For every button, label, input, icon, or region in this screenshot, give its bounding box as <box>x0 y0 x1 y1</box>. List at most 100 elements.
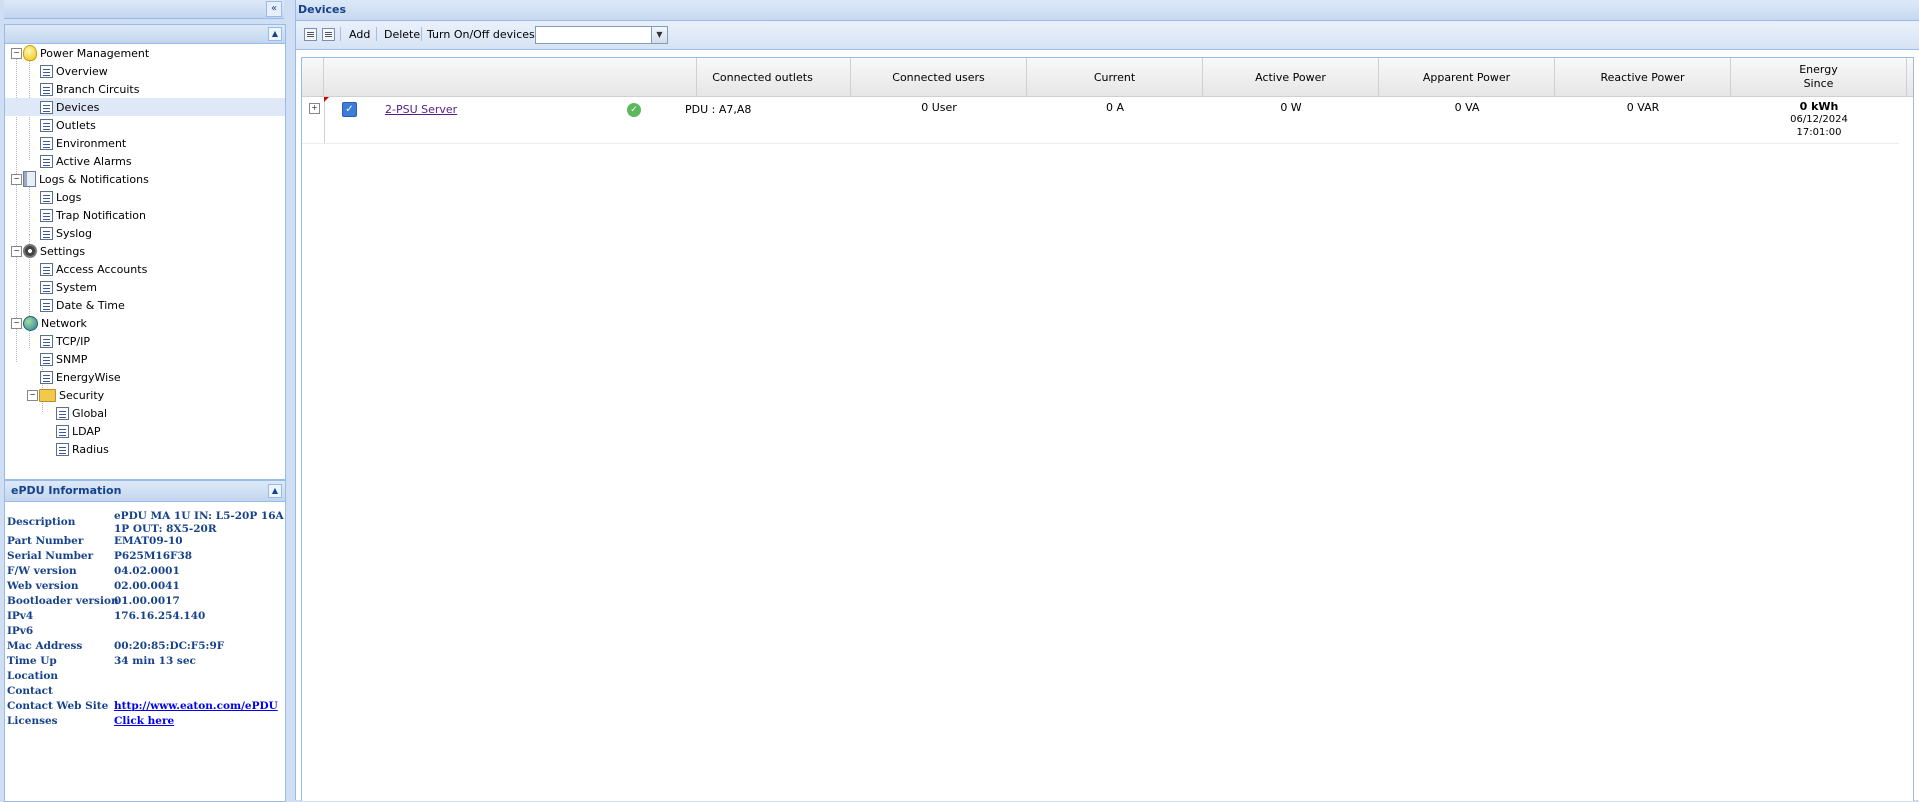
tree-item-power-management[interactable]: Power Management <box>23 44 149 62</box>
contact-web-site-link[interactable]: http://www.eaton.com/ePDU <box>114 700 278 712</box>
info-key: Licenses <box>7 715 58 727</box>
page-icon <box>40 82 53 96</box>
expand-all-icon[interactable] <box>304 28 317 41</box>
add-button[interactable]: Add <box>349 28 370 41</box>
active-power-value: 0 W <box>1280 101 1302 114</box>
page-icon <box>56 442 69 456</box>
tree-item-network[interactable]: Network <box>23 314 87 332</box>
tree-label: Branch Circuits <box>56 82 140 96</box>
info-key: F/W version <box>7 565 77 577</box>
page-title: Devices <box>298 3 347 16</box>
header-connected-outlets[interactable]: Connected outlets <box>675 58 851 96</box>
header-energy-since-label: Since <box>1803 77 1834 90</box>
tree-label: Radius <box>72 442 109 456</box>
tree-item-devices[interactable]: Devices <box>5 98 285 116</box>
header-energy[interactable]: Energy Since <box>1731 58 1907 96</box>
collapse-tree-icon[interactable]: ▲ <box>268 27 282 41</box>
tree-item-branch-circuits[interactable]: Branch Circuits <box>40 80 139 98</box>
west-collapse-bar: « <box>4 0 284 19</box>
tree-item-radius[interactable]: Radius <box>56 440 109 458</box>
info-value: P625M16F38 <box>114 550 193 562</box>
header-device <box>324 58 697 96</box>
delete-button[interactable]: Delete <box>384 28 420 41</box>
collapse-info-icon[interactable]: ▲ <box>268 484 282 498</box>
expand-security-toggle[interactable]: − <box>27 390 38 401</box>
navigation-tree-panel: ▲ − Power Management Overview Branch Cir… <box>4 24 286 480</box>
grid-header: Connected outlets Connected users Curren… <box>302 58 1913 97</box>
info-value: EMAT09-10 <box>114 535 183 547</box>
page-icon <box>40 226 53 240</box>
page-icon <box>56 424 69 438</box>
log-book-icon <box>23 171 36 187</box>
expand-network-toggle[interactable]: − <box>11 318 22 329</box>
info-key: IPv4 <box>7 610 34 622</box>
expand-settings-toggle[interactable]: − <box>11 246 22 257</box>
tree-item-logs-notifications[interactable]: Logs & Notifications <box>23 170 149 188</box>
folder-icon <box>39 388 56 402</box>
licenses-link[interactable]: Click here <box>114 715 174 727</box>
tree-item-energywise[interactable]: EnergyWise <box>40 368 121 386</box>
tree-item-system[interactable]: System <box>40 278 97 296</box>
header-connected-users[interactable]: Connected users <box>851 58 1027 96</box>
header-active-power[interactable]: Active Power <box>1203 58 1379 96</box>
collapse-left-icon[interactable]: « <box>266 1 282 17</box>
tree-label: Access Accounts <box>56 262 148 276</box>
collapse-all-icon[interactable] <box>322 28 335 41</box>
page-icon <box>40 190 53 204</box>
tree-item-tcp-ip[interactable]: TCP/IP <box>40 332 90 350</box>
page-icon <box>40 370 53 384</box>
tree-item-trap-notification[interactable]: Trap Notification <box>40 206 146 224</box>
turn-on-off-select[interactable]: ▼ <box>535 26 668 44</box>
panel-splitter[interactable] <box>286 0 295 800</box>
info-key: Mac Address <box>7 640 83 652</box>
header-apparent-power[interactable]: Apparent Power <box>1379 58 1555 96</box>
device-name-link[interactable]: 2-PSU Server <box>385 103 457 116</box>
modified-marker <box>324 97 329 102</box>
info-key: Time Up <box>7 655 57 667</box>
tree-label: TCP/IP <box>56 334 90 348</box>
status-ok-icon: ✓ <box>627 103 641 117</box>
row-checkbox[interactable]: ✓ <box>342 102 357 117</box>
expand-power-management-toggle[interactable]: − <box>11 48 22 59</box>
info-key: IPv6 <box>7 625 34 637</box>
info-value: 34 min 13 sec <box>114 655 196 667</box>
tree-item-active-alarms[interactable]: Active Alarms <box>40 152 132 170</box>
tree-panel-header: ▲ <box>5 25 285 44</box>
tree-item-settings[interactable]: Settings <box>23 242 85 260</box>
energy-since-time: 17:01:00 <box>1796 127 1842 138</box>
reactive-power-value: 0 VAR <box>1626 101 1660 114</box>
tree-item-snmp[interactable]: SNMP <box>40 350 87 368</box>
table-row[interactable]: + ✓ 2-PSU Server ✓ PDU : A7,A8 0 User 0 … <box>302 97 1899 144</box>
devices-grid: Connected outlets Connected users Curren… <box>301 57 1914 801</box>
page-icon <box>40 64 53 78</box>
chevron-down-icon[interactable]: ▼ <box>651 27 667 43</box>
info-key: Contact Web Site <box>7 700 109 712</box>
row-expand-toggle[interactable]: + <box>309 103 320 114</box>
tree-item-overview[interactable]: Overview <box>40 62 108 80</box>
tree-item-syslog[interactable]: Syslog <box>40 224 92 242</box>
tree-label: EnergyWise <box>56 370 121 384</box>
tree-item-environment[interactable]: Environment <box>40 134 126 152</box>
epdu-information-panel: ePDU Information ▲ Description ePDU MA 1… <box>4 480 286 802</box>
tree-item-access-accounts[interactable]: Access Accounts <box>40 260 147 278</box>
tree-label: Settings <box>40 244 86 258</box>
tree-item-date-time[interactable]: Date & Time <box>40 296 125 314</box>
gears-icon <box>23 244 37 258</box>
tree-item-security[interactable]: Security <box>39 386 104 404</box>
tree-item-logs[interactable]: Logs <box>40 188 81 206</box>
energy-value: 0 kWh <box>1799 100 1839 113</box>
info-value: 00:20:85:DC:F5:9F <box>114 640 225 652</box>
info-value: 04.02.0001 <box>114 565 180 577</box>
toolbar-separator <box>340 27 341 41</box>
tree-label: Security <box>59 388 105 402</box>
expand-logs-toggle[interactable]: − <box>11 174 22 185</box>
header-current[interactable]: Current <box>1027 58 1203 96</box>
tree-item-global[interactable]: Global <box>56 404 107 422</box>
info-panel-header: ePDU Information ▲ <box>5 481 285 502</box>
tree-item-ldap[interactable]: LDAP <box>56 422 101 440</box>
apparent-power-value: 0 VA <box>1454 101 1480 114</box>
tree-label: Syslog <box>56 226 92 240</box>
tree-item-outlets[interactable]: Outlets <box>40 116 96 134</box>
header-reactive-power[interactable]: Reactive Power <box>1555 58 1731 96</box>
tree-label: System <box>56 280 98 294</box>
